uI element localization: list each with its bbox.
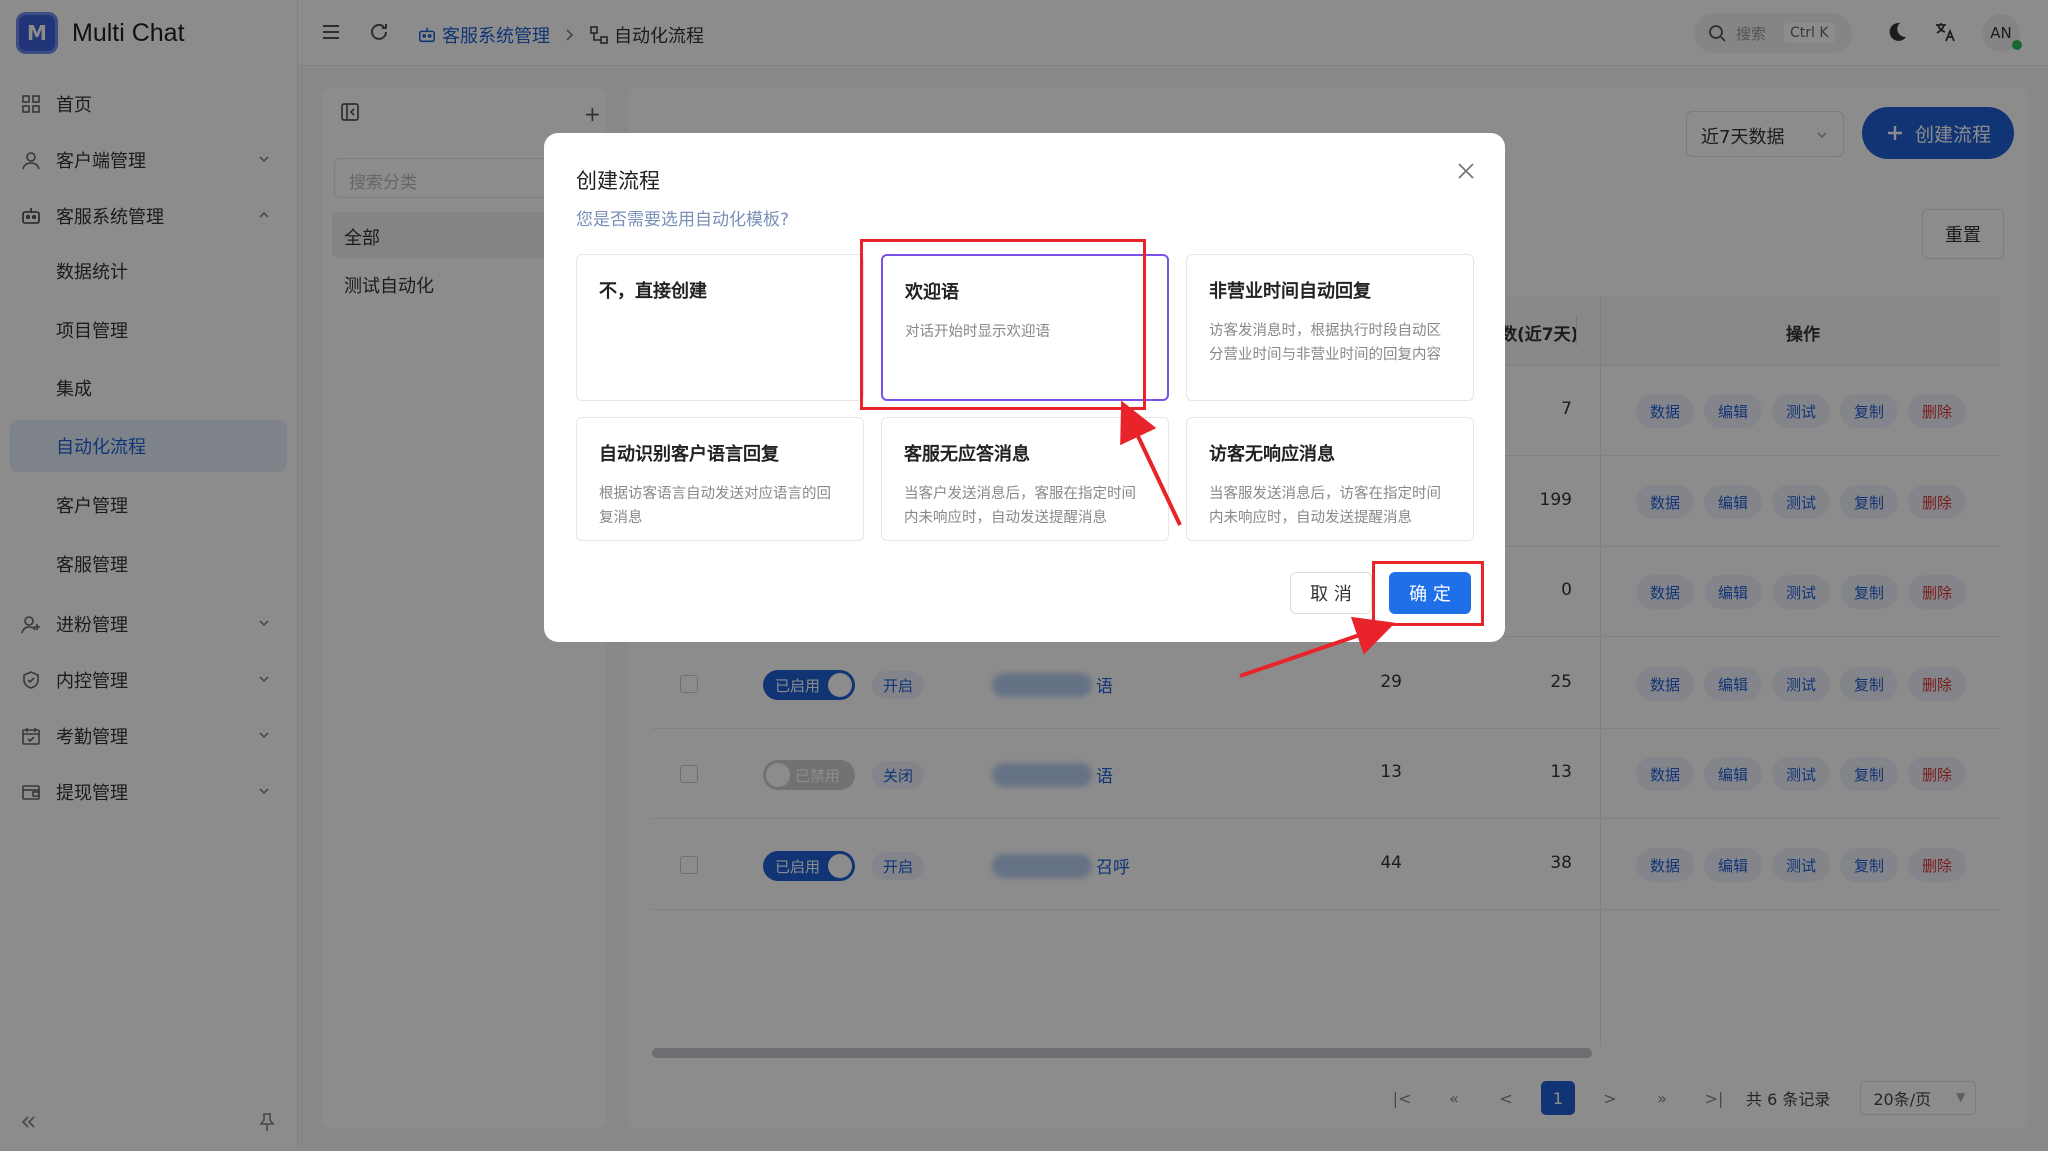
arrow-to-confirm-button bbox=[1239, 616, 1396, 678]
arrow-to-welcome-card bbox=[1120, 400, 1182, 526]
annotation-arrows bbox=[1120, 400, 1396, 678]
